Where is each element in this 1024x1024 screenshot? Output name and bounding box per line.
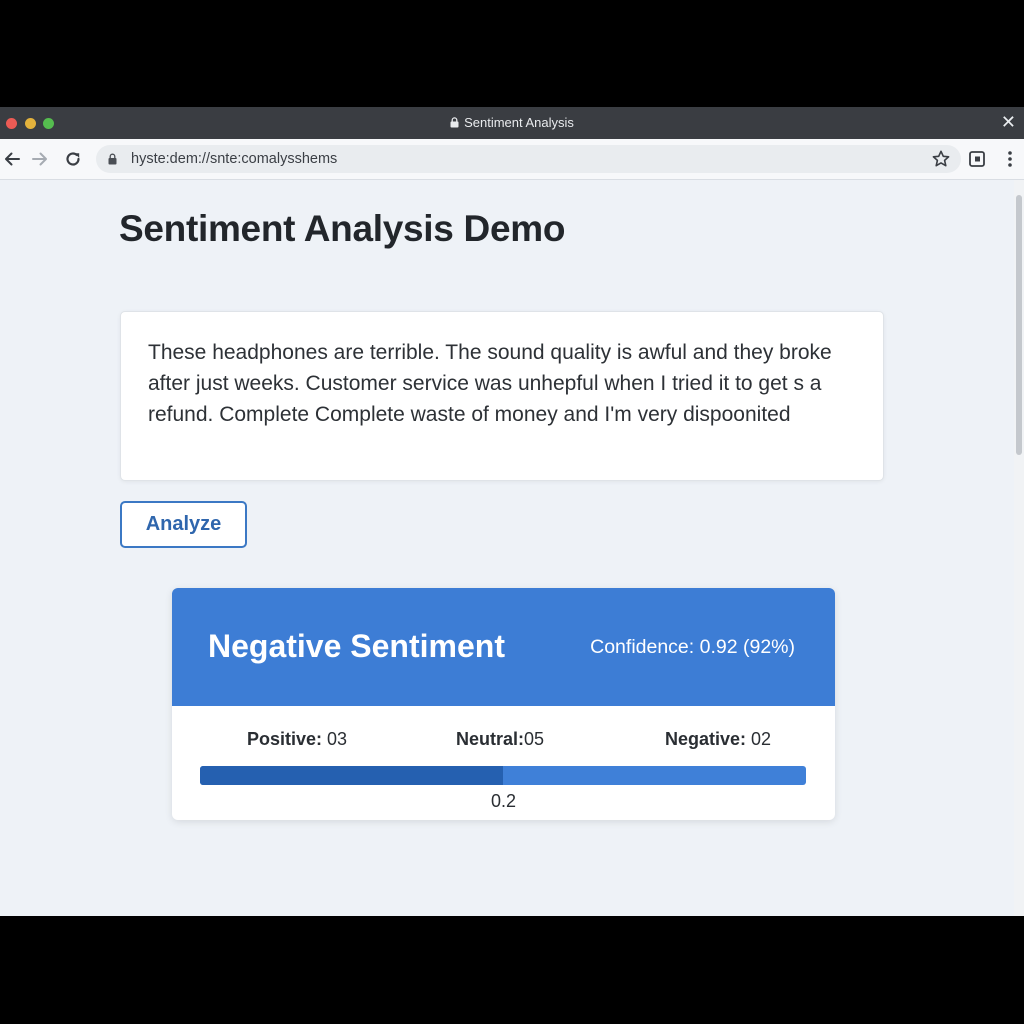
sentiment-bar-fill bbox=[200, 766, 503, 785]
browser-window: Sentiment Analysis ✕ hyste:dem://snte:co… bbox=[0, 107, 1024, 916]
negative-score: Negative: 02 bbox=[665, 729, 771, 750]
neutral-score-value: 05 bbox=[524, 729, 545, 749]
url-text[interactable]: hyste:dem://snte:comalysshems bbox=[131, 151, 337, 167]
sentiment-label: Negative Sentiment bbox=[208, 628, 505, 664]
extension-icon[interactable] bbox=[967, 149, 987, 169]
page-content: Sentiment Analysis Demo These headphones… bbox=[0, 180, 1014, 916]
negative-score-value: 02 bbox=[751, 729, 772, 749]
arrow-left-icon[interactable] bbox=[2, 149, 22, 169]
kebab-menu-icon[interactable] bbox=[1000, 149, 1020, 169]
result-card: Negative Sentiment Confidence: 0.92 (92%… bbox=[172, 588, 835, 820]
lock-icon bbox=[108, 153, 117, 165]
scrollbar-thumb[interactable] bbox=[1016, 195, 1022, 455]
negative-score-label: Negative: bbox=[665, 729, 747, 749]
reload-icon[interactable] bbox=[63, 149, 83, 169]
window-title: Sentiment Analysis bbox=[0, 115, 1024, 130]
result-header: Negative Sentiment Confidence: 0.92 (92%… bbox=[172, 588, 835, 706]
review-text-area[interactable]: These headphones are terrible. The sound… bbox=[120, 311, 884, 481]
lock-icon bbox=[450, 117, 459, 128]
confidence-score: Confidence: 0.92 (92%) bbox=[590, 636, 795, 658]
star-icon[interactable] bbox=[931, 149, 951, 169]
close-icon[interactable]: ✕ bbox=[1001, 113, 1016, 131]
page-title: Sentiment Analysis Demo bbox=[119, 208, 566, 249]
arrow-right-icon[interactable] bbox=[30, 149, 50, 169]
address-bar[interactable]: hyste:dem://snte:comalysshems bbox=[96, 145, 961, 173]
positive-score: Positive: 03 bbox=[247, 729, 347, 750]
neutral-score-label: Neutral: bbox=[456, 729, 525, 749]
window-title-text: Sentiment Analysis bbox=[464, 115, 574, 130]
sentiment-bar-value: 0.2 bbox=[490, 791, 517, 811]
neutral-score: Neutral:05 bbox=[456, 729, 544, 750]
positive-score-value: 03 bbox=[327, 729, 348, 749]
analyze-button[interactable]: Analyze bbox=[120, 501, 247, 548]
positive-score-label: Positive: bbox=[247, 729, 323, 749]
sentiment-bar bbox=[200, 766, 806, 785]
vertical-scrollbar[interactable] bbox=[1014, 180, 1024, 916]
browser-toolbar: hyste:dem://snte:comalysshems bbox=[0, 139, 1024, 180]
window-titlebar: Sentiment Analysis ✕ bbox=[0, 107, 1024, 139]
